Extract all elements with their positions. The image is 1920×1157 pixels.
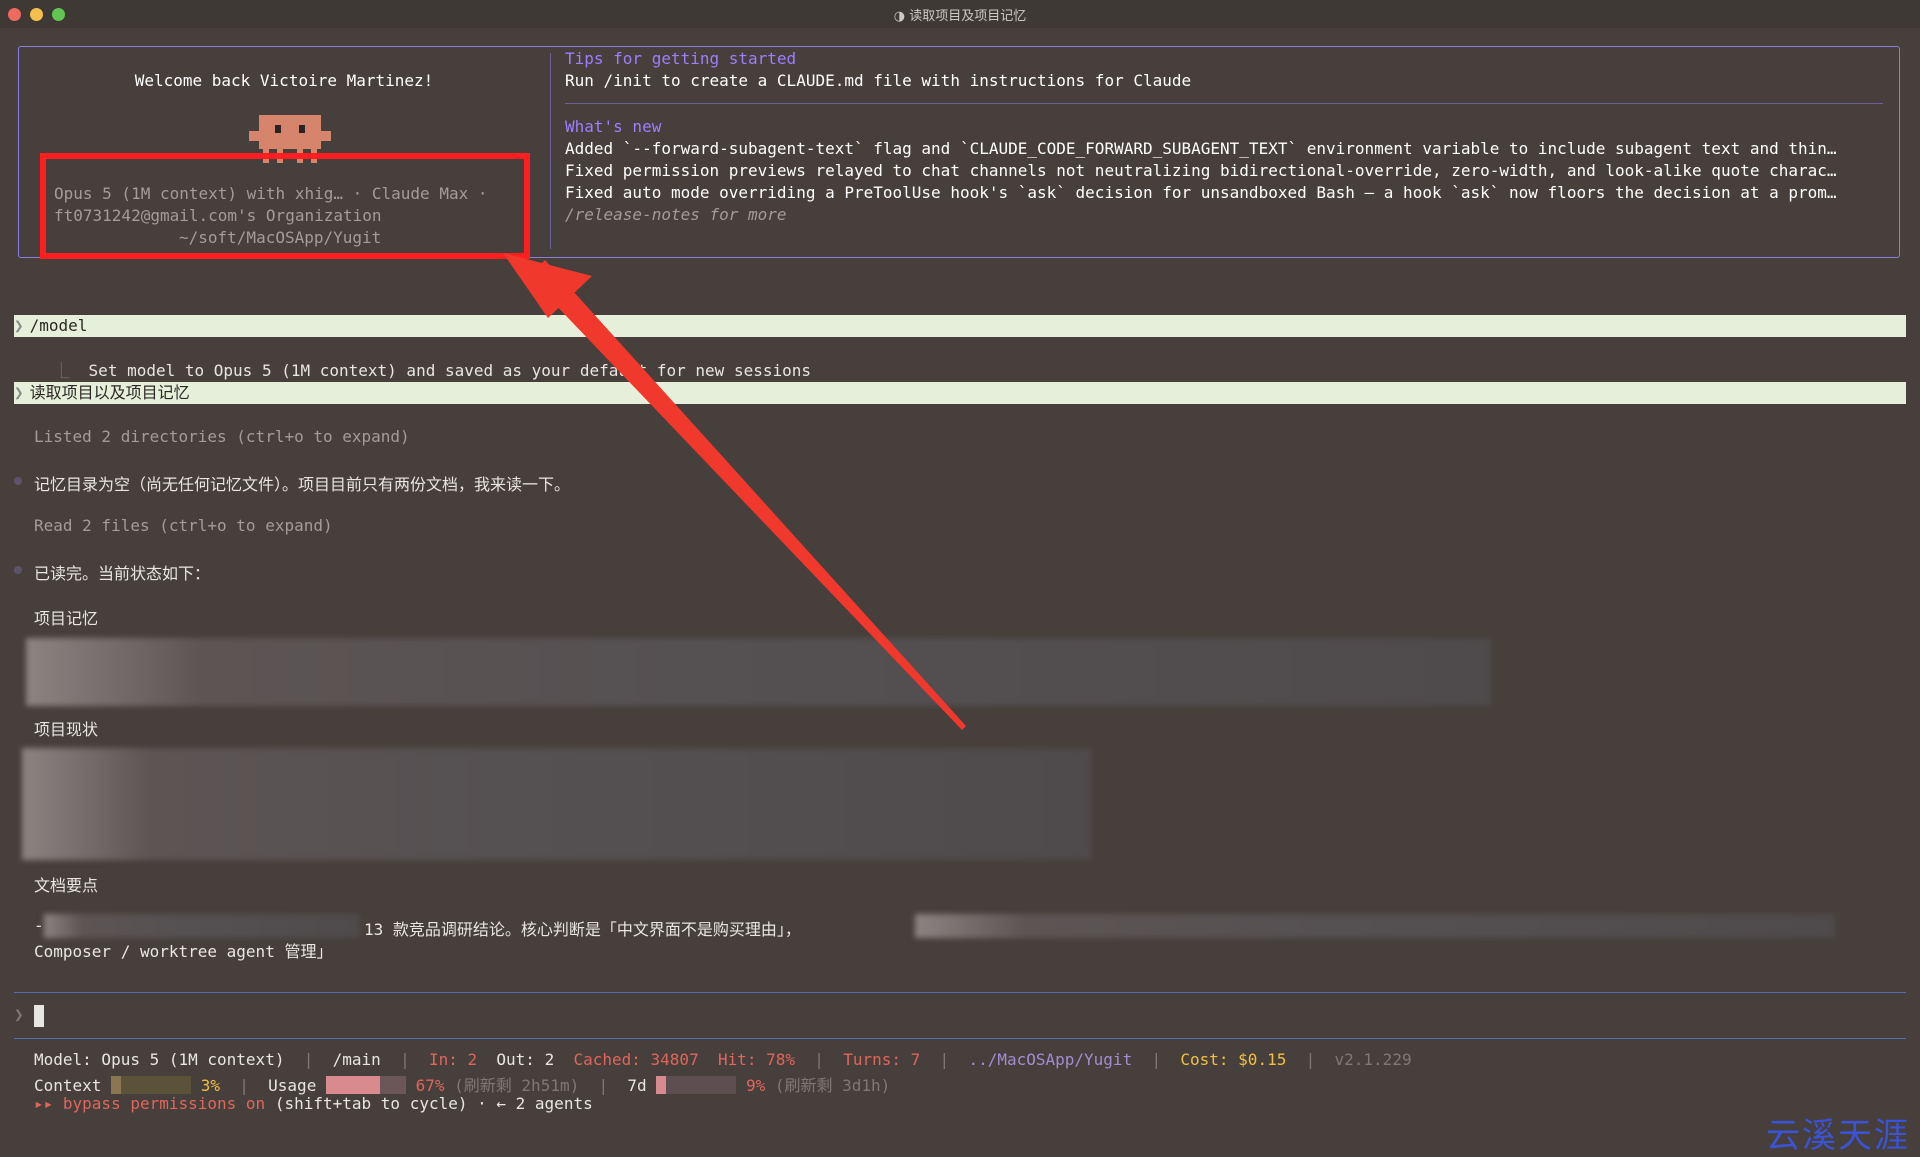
whats-new-item: Fixed permission previews relayed to cha… [565, 161, 1837, 180]
status-in: In: 2 [428, 1050, 478, 1069]
heading-docs: 文档要点 [34, 876, 99, 895]
welcome-greeting: Welcome back Victoire Martinez! [134, 71, 434, 90]
input-bottom-border [14, 1038, 1906, 1039]
status-turns: Turns: 7 [843, 1050, 921, 1069]
input-prompt-icon: ❯ [14, 1005, 24, 1024]
whats-new-item: Added `--forward-subagent-text` flag and… [565, 139, 1837, 158]
user-prompt-read: ❯ 读取项目以及项目记忆 [14, 382, 1906, 404]
status-cost: Cost: $0.15 [1180, 1050, 1287, 1069]
usage-label: Usage [268, 1076, 317, 1095]
tips-divider [565, 103, 1883, 104]
read-files[interactable]: Read 2 files (ctrl+o to expand) [34, 516, 333, 535]
context-pct: 3% [200, 1076, 220, 1095]
annotation-highlight-box [40, 153, 530, 259]
status-sep: | [1151, 1050, 1162, 1069]
release-notes-link[interactable]: /release-notes for more [565, 205, 787, 224]
week-pct: 9% [745, 1076, 766, 1095]
status-line-2: Context 3% | Usage 67% (刷新剩 2h51m) | 7d … [34, 1072, 890, 1096]
whats-new-item: Fixed auto mode overriding a PreToolUse … [565, 183, 1837, 202]
status-cached: Cached: 34807 [573, 1050, 699, 1069]
prompt-text: /model [29, 316, 88, 335]
status-path: ../MacOSApp/Yugit [968, 1050, 1133, 1069]
context-bar [111, 1076, 192, 1094]
status-hit: Hit: 78% [717, 1050, 796, 1069]
usage-bar [325, 1076, 406, 1094]
week-bar-fill [656, 1076, 666, 1094]
watermark-text: 云溪天涯 [1766, 1116, 1910, 1156]
heading-memory: 项目记忆 [34, 609, 99, 628]
doc-line: Composer / worktree agent 管理」 [34, 942, 333, 961]
message-bullet-icon [14, 477, 22, 485]
week-bar [656, 1076, 737, 1094]
window-title: ◑ 读取项目及项目记忆 [893, 9, 1027, 24]
usage-pct: 67% [415, 1076, 445, 1095]
prompt-chevron-icon: ❯ [14, 383, 24, 402]
redacted-inline [915, 914, 1835, 938]
status-line-3: ▸▸ bypass permissions on (shift+tab to c… [34, 1094, 593, 1113]
status-model: Model: Opus 5 (1M context) [34, 1050, 285, 1069]
status-sep: | [303, 1050, 314, 1069]
result-branch-icon: ⎿ [53, 361, 89, 380]
status-sep: | [239, 1076, 249, 1095]
model-result-text: Set model to Opus 5 (1M context) and sav… [88, 361, 812, 380]
panel-divider [550, 53, 551, 249]
model-result: ⎿ Set model to Opus 5 (1M context) and s… [34, 338, 811, 381]
heading-status: 项目现状 [34, 720, 99, 739]
text-cursor[interactable] [34, 1005, 44, 1027]
usage-bar-fill [325, 1076, 380, 1094]
status-sep: | [939, 1050, 950, 1069]
assistant-message: 已读完。当前状态如下： [34, 564, 211, 583]
prompt-text: 读取项目以及项目记忆 [29, 383, 190, 402]
status-line-1: Model: Opus 5 (1M context) | /main | In:… [34, 1050, 1412, 1069]
assistant-message: 记忆目录为空（尚无任何记忆文件）。项目目前只有两份文档，我来读一下。 [34, 475, 571, 494]
bypass-permissions[interactable]: ▸▸ bypass permissions on [34, 1094, 265, 1113]
week-label: 7d [627, 1076, 647, 1095]
status-sep: | [598, 1076, 609, 1095]
redacted-inline [44, 914, 360, 938]
bypass-hint: (shift+tab to cycle) · ← 2 agents [274, 1094, 593, 1113]
user-prompt-model: ❯ /model [14, 315, 1906, 337]
status-branch: /main [332, 1050, 381, 1069]
input-top-border [14, 992, 1906, 993]
tips-heading: Tips for getting started [565, 49, 797, 68]
status-sep: | [400, 1050, 410, 1069]
redacted-block [22, 748, 1092, 860]
usage-reset: (刷新剩 2h51m) [454, 1076, 580, 1095]
context-label: Context [34, 1076, 102, 1095]
title-bar: ◑ 读取项目及项目记忆 [0, 0, 1920, 28]
status-sep: | [814, 1050, 824, 1069]
week-reset: (刷新剩 3d1h) [774, 1076, 891, 1095]
status-out: Out: 2 [496, 1050, 555, 1069]
prompt-chevron-icon: ❯ [14, 316, 24, 335]
status-sep: | [1305, 1050, 1316, 1069]
doc-line: 13 款竞品调研结论。核心判断是「中文界面不是购买理由」， [364, 920, 801, 939]
whats-new-heading: What's new [565, 117, 662, 136]
listed-dirs[interactable]: Listed 2 directories (ctrl+o to expand) [34, 427, 410, 446]
message-bullet-icon [14, 566, 22, 574]
doc-dash: - [34, 916, 44, 935]
tips-line: Run /init to create a CLAUDE.md file wit… [565, 71, 1192, 90]
redacted-block [26, 638, 1491, 706]
context-bar-fill [111, 1076, 121, 1094]
status-version: v2.1.229 [1334, 1050, 1412, 1069]
